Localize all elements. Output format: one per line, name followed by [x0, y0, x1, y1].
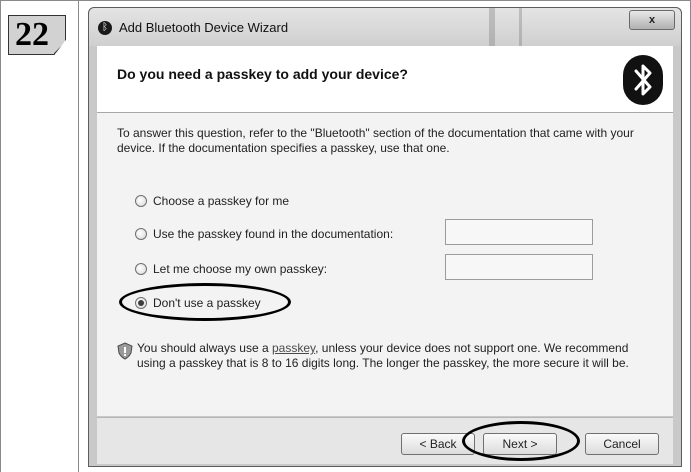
highlight-circle [462, 421, 580, 461]
wizard-content: To answer this question, refer to the "B… [97, 113, 673, 416]
close-button[interactable]: x [629, 10, 675, 30]
radio-own-passkey[interactable] [135, 263, 147, 275]
own-passkey-input[interactable] [445, 254, 593, 280]
cancel-button[interactable]: Cancel [585, 433, 659, 455]
option-label: Choose a passkey for me [153, 194, 290, 208]
title-bar: ᛒ Add Bluetooth Device Wizard x [89, 8, 681, 46]
intro-text: To answer this question, refer to the "B… [117, 126, 634, 155]
wizard-header: Do you need a passkey to add your device… [97, 46, 673, 113]
titlebar-reflection [489, 8, 495, 46]
step-number-badge: 22 [8, 15, 66, 55]
radio-documentation-passkey[interactable] [135, 228, 147, 240]
option-label: Use the passkey found in the documentati… [153, 227, 394, 241]
button-bar: < Back Next > Cancel [97, 417, 673, 464]
documentation-passkey-input[interactable] [445, 219, 593, 245]
titlebar-reflection [519, 8, 522, 46]
radio-choose-passkey[interactable] [135, 195, 147, 207]
passkey-note: You should always use a passkey, unless … [137, 341, 637, 371]
page-title: Do you need a passkey to add your device… [117, 66, 408, 82]
bluetooth-icon: ᛒ [98, 21, 112, 35]
wizard-window: ᛒ Add Bluetooth Device Wizard x Do you n… [88, 7, 682, 467]
option-label: Let me choose my own passkey: [153, 262, 328, 276]
step-column [0, 0, 79, 472]
page-frame-top [0, 0, 691, 1]
note-text: You should always use a [137, 341, 272, 355]
passkey-link[interactable]: passkey [272, 341, 315, 355]
bluetooth-logo-icon [623, 55, 663, 105]
shield-icon [117, 342, 133, 360]
highlight-circle [119, 283, 291, 321]
window-title: Add Bluetooth Device Wizard [119, 20, 289, 35]
